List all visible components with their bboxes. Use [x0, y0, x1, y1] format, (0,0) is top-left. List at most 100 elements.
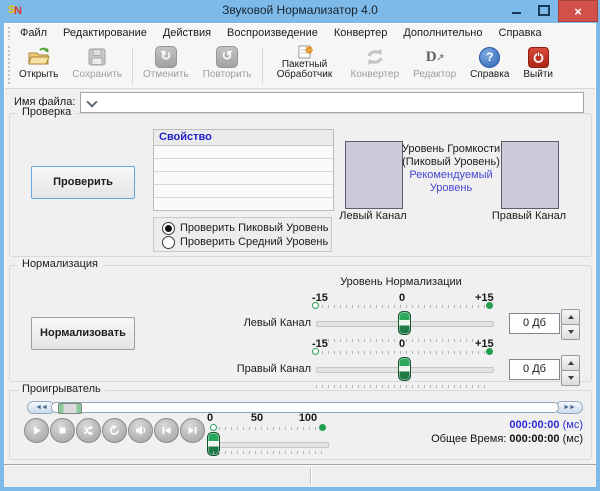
exit-button[interactable]: Выйти	[516, 43, 560, 88]
toolbar-button-label: Пакетный Обработчик	[273, 60, 337, 80]
toolbar: Открыть Сохранить ↻ Отменить	[5, 43, 595, 89]
radio-average-level[interactable]: Проверить Средний Уровень	[162, 235, 331, 249]
check-button[interactable]: Проверить	[31, 166, 135, 199]
save-button[interactable]: Сохранить	[65, 43, 129, 88]
question-mark-glyph: ?	[479, 47, 500, 68]
table-row[interactable]	[154, 172, 333, 185]
menu-help[interactable]: Справка	[491, 24, 550, 43]
right-channel-slider-row: Правый Канал -15 0 +15 0 Дб	[10, 338, 591, 384]
left-db-spin-up-button[interactable]	[561, 309, 580, 325]
toolbar-button-label: Отменить	[143, 70, 189, 80]
play-button[interactable]	[24, 418, 49, 443]
position-slider-handle[interactable]	[58, 403, 82, 414]
total-time-unit: (мс)	[560, 433, 583, 445]
tick-marks	[213, 427, 325, 430]
player-buttons	[24, 418, 206, 443]
open-button[interactable]: Открыть	[12, 43, 65, 88]
right-db-spin-down-button[interactable]	[561, 370, 580, 386]
toolbar-button-label: Выйти	[523, 70, 553, 80]
check-group-title: Проверка	[18, 106, 75, 118]
menu-extra[interactable]: Дополнительно	[395, 24, 490, 43]
editor-d-glyph: D	[426, 49, 437, 66]
minimize-button[interactable]	[502, 0, 530, 20]
table-row[interactable]	[154, 159, 333, 172]
radio-button-selected-icon[interactable]	[162, 222, 175, 235]
menu-edit[interactable]: Редактирование	[55, 24, 155, 43]
volume-min-label: 0	[203, 412, 217, 424]
slider-channel-label: Левый Канал	[201, 317, 311, 329]
menu-bar: Файл Редактирование Действия Воспроизвед…	[5, 24, 595, 43]
toolbar-separator	[132, 47, 133, 84]
volume-level-caption: Уровень Громкости (Пиковый Уровень) Реко…	[391, 143, 511, 195]
property-table: Свойство	[153, 129, 334, 211]
right-db-slider-handle[interactable]	[398, 357, 411, 381]
right-db-spin-up-button[interactable]	[561, 355, 580, 371]
tick-marks	[316, 385, 486, 388]
previous-track-button[interactable]	[154, 418, 179, 443]
left-channel-slider-row: Левый Канал -15 0 +15 0 Дб	[10, 292, 591, 338]
exit-power-icon	[528, 46, 549, 68]
left-db-slider-handle[interactable]	[398, 311, 411, 335]
close-button[interactable]: ×	[558, 0, 598, 22]
player-group-title: Проигрыватель	[18, 383, 105, 395]
help-button[interactable]: ? Справка	[463, 43, 516, 88]
total-time-display: Общее Время: 000:00:00 (мс)	[431, 433, 583, 445]
min-endpoint-icon	[312, 302, 319, 309]
max-endpoint-icon	[486, 348, 493, 355]
status-bar	[4, 464, 596, 487]
shuffle-button[interactable]	[76, 418, 101, 443]
toolbar-button-label: Справка	[470, 70, 509, 80]
recommended-level-link[interactable]: Уровень	[391, 182, 511, 195]
check-mode-panel: Проверить Пиковый Уровень Проверить Сред…	[153, 217, 332, 252]
current-time-unit: (мс)	[560, 419, 583, 431]
next-track-button[interactable]	[180, 418, 205, 443]
converter-button[interactable]: Конвертер	[344, 43, 407, 88]
client-area: Файл Редактирование Действия Воспроизвед…	[4, 23, 596, 486]
toolbar-button-label: Повторить	[203, 70, 252, 80]
tick-marks	[316, 305, 486, 308]
redo-button[interactable]: ↺ Повторить	[196, 43, 259, 88]
radio-average-label: Проверить Средний Уровень	[180, 236, 328, 248]
max-endpoint-icon	[319, 424, 326, 431]
recommended-level-link[interactable]: Рекомендуемый	[391, 169, 511, 182]
radio-button-icon[interactable]	[162, 236, 175, 249]
min-endpoint-icon	[312, 348, 319, 355]
batch-processor-button[interactable]: Пакетный Обработчик	[266, 43, 344, 88]
editor-button[interactable]: D Редактор	[406, 43, 463, 88]
menu-gripper	[8, 27, 10, 40]
menu-playback[interactable]: Воспроизведение	[219, 24, 326, 43]
toolbar-separator	[262, 47, 263, 84]
save-floppy-icon	[86, 46, 108, 68]
stop-button[interactable]	[50, 418, 75, 443]
chevron-down-icon[interactable]	[86, 96, 97, 107]
title-bar[interactable]: S N Звуковой Нормализатор 4.0 ×	[0, 0, 600, 23]
menu-actions[interactable]: Действия	[155, 24, 219, 43]
radio-peak-level[interactable]: Проверить Пиковый Уровень	[162, 221, 331, 235]
undo-arrow-glyph: ↻	[155, 46, 177, 68]
volume-button[interactable]	[128, 418, 153, 443]
radio-peak-label: Проверить Пиковый Уровень	[180, 222, 329, 234]
table-row[interactable]	[154, 146, 333, 159]
right-channel-label: Правый Канал	[473, 210, 585, 222]
total-time-value: 000:00:00	[509, 433, 559, 445]
tick-marks	[213, 451, 325, 454]
repeat-button[interactable]	[102, 418, 127, 443]
table-row[interactable]	[154, 185, 333, 198]
normalize-group: Нормализация Нормализовать Уровень Норма…	[9, 265, 592, 382]
maximize-button[interactable]	[530, 0, 558, 20]
min-endpoint-icon	[210, 424, 217, 431]
property-table-header[interactable]: Свойство	[154, 130, 333, 146]
menu-file[interactable]: Файл	[12, 24, 55, 43]
toolbar-button-label: Сохранить	[72, 70, 122, 80]
converter-icon	[363, 46, 387, 68]
left-db-value[interactable]: 0 Дб	[509, 313, 560, 334]
menu-converter[interactable]: Конвертер	[326, 24, 395, 43]
toolbar-button-label: Открыть	[19, 70, 58, 80]
table-row[interactable]	[154, 198, 333, 210]
right-db-value[interactable]: 0 Дб	[509, 359, 560, 380]
filename-combobox[interactable]	[80, 92, 584, 113]
volume-slider-track[interactable]	[214, 442, 329, 448]
forward-button[interactable]: ►►	[555, 401, 583, 414]
undo-button[interactable]: ↻ Отменить	[136, 43, 196, 88]
current-time-value: 000:00:00	[509, 419, 559, 431]
